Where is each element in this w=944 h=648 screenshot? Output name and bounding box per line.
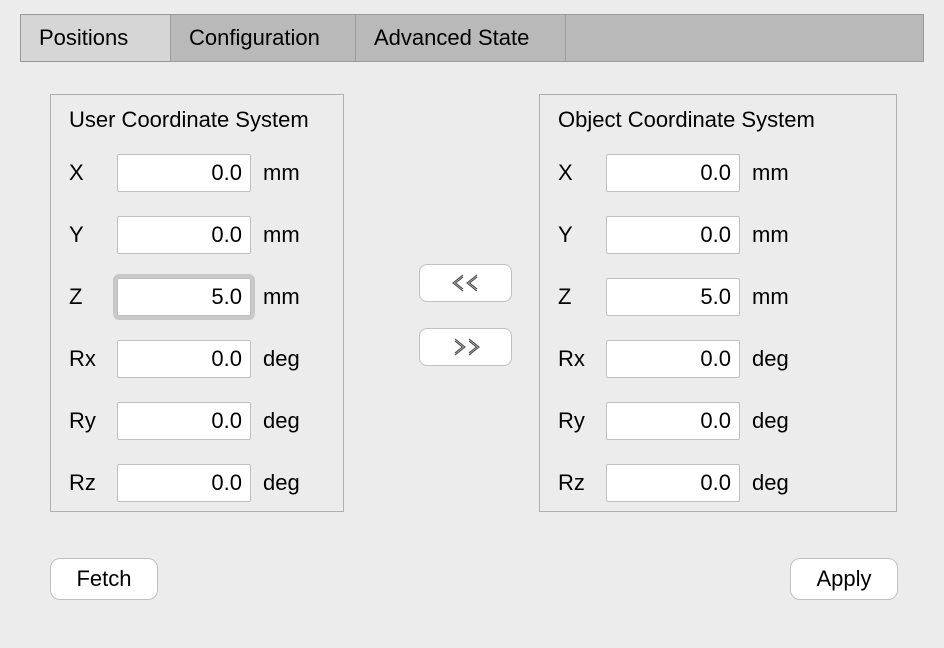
ocs-z-label: Z (558, 284, 606, 310)
ocs-y-row: Ymm (558, 213, 884, 257)
ucs-y-row: Ymm (69, 213, 331, 257)
ucs-x-row: Xmm (69, 151, 331, 195)
copy-right-button[interactable] (419, 328, 512, 366)
ucs-rz-input[interactable] (117, 464, 251, 502)
ocs-ry-label: Ry (558, 408, 606, 434)
ocs-x-unit: mm (752, 160, 802, 186)
ocs-y-label: Y (558, 222, 606, 248)
ocs-rx-label: Rx (558, 346, 606, 372)
ocs-x-input[interactable] (606, 154, 740, 192)
tab-label: Positions (39, 25, 128, 51)
ocs-rz-label: Rz (558, 470, 606, 496)
ucs-ry-unit: deg (263, 408, 313, 434)
ucs-ry-label: Ry (69, 408, 117, 434)
ocs-rz-input[interactable] (606, 464, 740, 502)
ucs-y-input[interactable] (117, 216, 251, 254)
copy-left-button[interactable] (419, 264, 512, 302)
button-label: Fetch (76, 566, 131, 592)
ucs-z-label: Z (69, 284, 117, 310)
ocs-rx-unit: deg (752, 346, 802, 372)
group-title: Object Coordinate System (558, 107, 884, 133)
ucs-x-label: X (69, 160, 117, 186)
ucs-y-unit: mm (263, 222, 313, 248)
ucs-ry-row: Ry deg (69, 399, 331, 443)
tabs: Positions Configuration Advanced State (20, 14, 924, 62)
double-chevron-right-icon (449, 337, 483, 357)
ocs-y-input[interactable] (606, 216, 740, 254)
group-user-coordinate-system: User Coordinate System Xmm Ymm Zmm Rx deg… (50, 94, 344, 512)
ucs-ry-input[interactable] (117, 402, 251, 440)
ocs-z-unit: mm (752, 284, 802, 310)
ucs-rx-input[interactable] (117, 340, 251, 378)
tab-configuration[interactable]: Configuration (171, 15, 356, 61)
group-title: User Coordinate System (69, 107, 331, 133)
button-label: Apply (816, 566, 871, 592)
tab-label: Advanced State (374, 25, 529, 51)
ucs-rz-label: Rz (69, 470, 117, 496)
ocs-rx-input[interactable] (606, 340, 740, 378)
ocs-z-input[interactable] (606, 278, 740, 316)
ucs-rx-row: Rx deg (69, 337, 331, 381)
fetch-button[interactable]: Fetch (50, 558, 158, 600)
ucs-rz-row: Rz deg (69, 461, 331, 505)
ucs-z-unit: mm (263, 284, 313, 310)
group-object-coordinate-system: Object Coordinate System Xmm Ymm Zmm Rx d… (539, 94, 897, 512)
ucs-rx-label: Rx (69, 346, 117, 372)
ucs-x-unit: mm (263, 160, 313, 186)
ucs-x-input[interactable] (117, 154, 251, 192)
ucs-z-input[interactable] (117, 278, 251, 316)
ocs-y-unit: mm (752, 222, 802, 248)
ocs-rx-row: Rx deg (558, 337, 884, 381)
apply-button[interactable]: Apply (790, 558, 898, 600)
ucs-rx-unit: deg (263, 346, 313, 372)
ocs-ry-unit: deg (752, 408, 802, 434)
ocs-x-row: Xmm (558, 151, 884, 195)
ocs-ry-input[interactable] (606, 402, 740, 440)
tab-label: Configuration (189, 25, 320, 51)
tab-advanced[interactable]: Advanced State (356, 15, 566, 61)
double-chevron-left-icon (449, 273, 483, 293)
ocs-ry-row: Ry deg (558, 399, 884, 443)
ocs-z-row: Zmm (558, 275, 884, 319)
ocs-x-label: X (558, 160, 606, 186)
ucs-rz-unit: deg (263, 470, 313, 496)
ucs-y-label: Y (69, 222, 117, 248)
tab-positions[interactable]: Positions (21, 15, 171, 61)
ucs-z-row: Zmm (69, 275, 331, 319)
ocs-rz-row: Rz deg (558, 461, 884, 505)
ocs-rz-unit: deg (752, 470, 802, 496)
